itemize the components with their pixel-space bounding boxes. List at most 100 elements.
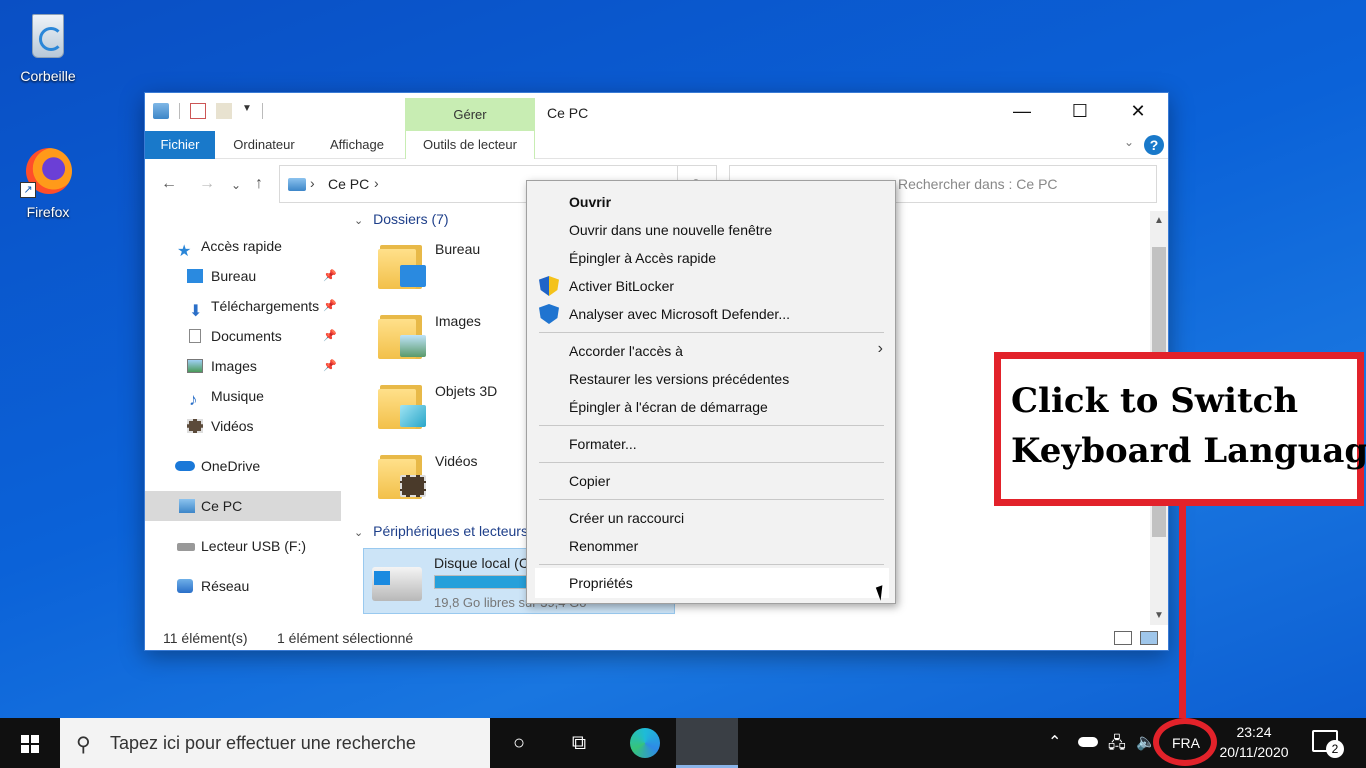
nav-label: Images	[211, 358, 257, 374]
menu-item-pin-start[interactable]: Épingler à l'écran de démarrage	[569, 399, 768, 415]
ribbon-tabs: Fichier Ordinateur Affichage Outils de l…	[145, 131, 1168, 159]
chevron-down-icon[interactable]: ⌄	[1124, 135, 1134, 149]
edge-browser-icon[interactable]	[630, 728, 660, 758]
nav-item-images[interactable]: Images 📌	[145, 351, 341, 381]
cloud-icon[interactable]	[1078, 737, 1098, 747]
folder-videos[interactable]	[378, 447, 430, 499]
back-arrow-icon[interactable]: ←	[161, 175, 177, 193]
large-icons-view-icon[interactable]	[1140, 631, 1158, 645]
music-note-icon: ♪	[189, 390, 198, 409]
divider	[262, 103, 263, 119]
drive-name: Disque local (C:)	[434, 555, 538, 571]
nav-item-network[interactable]: Réseau	[145, 571, 341, 601]
menu-item-bitlocker[interactable]: Activer BitLocker	[569, 278, 674, 294]
callout-line-2: Keyboard Language	[1011, 431, 1366, 471]
network-icon[interactable]: 🖧	[1108, 732, 1126, 759]
desktop-icon-label: Corbeille	[20, 68, 76, 84]
taskbar-file-explorer[interactable]	[676, 718, 738, 768]
scroll-down-arrow-icon[interactable]: ▼	[1150, 610, 1168, 621]
start-button[interactable]	[0, 718, 60, 768]
cloud-icon	[175, 461, 195, 471]
menu-item-copy[interactable]: Copier	[569, 473, 610, 489]
folder-desktop[interactable]	[378, 237, 430, 289]
up-arrow-icon[interactable]: ↑	[255, 175, 263, 193]
menu-divider	[539, 564, 884, 565]
recycle-bin-icon	[32, 14, 64, 58]
manage-context-tab[interactable]: Gérer	[405, 98, 535, 131]
nav-item-quick-access[interactable]: ★ Accès rapide	[145, 231, 341, 261]
menu-item-defender-scan[interactable]: Analyser avec Microsoft Defender...	[569, 306, 790, 322]
folder-3d-objects[interactable]	[378, 377, 430, 429]
nav-item-videos[interactable]: Vidéos	[145, 411, 341, 441]
menu-item-open-new-window[interactable]: Ouvrir dans une nouvelle fenêtre	[569, 222, 772, 238]
folder-images[interactable]	[378, 307, 430, 359]
nav-label: Ce PC	[201, 498, 243, 514]
minimize-button[interactable]: —	[993, 93, 1051, 131]
taskbar-clock[interactable]: 23:24 20/11/2020	[1216, 722, 1292, 762]
tab-drive-tools[interactable]: Outils de lecteur	[405, 131, 535, 159]
nav-item-music[interactable]: ♪ Musique	[145, 381, 341, 411]
computer-icon[interactable]	[153, 103, 169, 119]
search-placeholder: Rechercher dans : Ce PC	[898, 176, 1058, 192]
chevron-down-icon[interactable]: ▼	[242, 103, 252, 119]
clock-time: 23:24	[1236, 724, 1272, 740]
menu-item-give-access[interactable]: Accorder l'accès à	[569, 343, 683, 359]
defender-shield-icon	[539, 304, 559, 324]
menu-item-create-shortcut[interactable]: Créer un raccourci	[569, 510, 684, 526]
title-bar: ▼ Gérer Ce PC — ☐ ✕	[145, 93, 1168, 131]
windows-logo-icon	[374, 571, 390, 585]
menu-item-open[interactable]: Ouvrir	[569, 194, 611, 210]
menu-item-format[interactable]: Formater...	[569, 436, 637, 452]
notification-center-icon[interactable]: 2	[1312, 730, 1344, 758]
menu-item-rename[interactable]: Renommer	[569, 538, 638, 554]
selection-count: 1 élément sélectionné	[277, 630, 414, 646]
nav-label: Bureau	[211, 268, 257, 284]
group-header-folders[interactable]: ⌄ Dossiers (7)	[354, 211, 449, 227]
nav-item-onedrive[interactable]: OneDrive	[145, 451, 341, 481]
properties-icon[interactable]	[190, 103, 206, 119]
taskbar-search-box[interactable]: ⚲ Tapez ici pour effectuer une recherche	[60, 718, 490, 768]
nav-item-downloads[interactable]: ⬇ Téléchargements 📌	[145, 291, 341, 321]
nav-label: Musique	[211, 388, 264, 404]
menu-item-restore-versions[interactable]: Restaurer les versions précédentes	[569, 371, 789, 387]
bitlocker-shield-icon	[539, 276, 559, 296]
cortana-circle-icon[interactable]: ○	[490, 718, 548, 768]
computer-icon	[179, 499, 195, 513]
desktop-icon	[187, 269, 203, 283]
nav-item-usb-drive[interactable]: Lecteur USB (F:)	[145, 531, 341, 561]
chevron-down-icon: ⌄	[354, 215, 364, 227]
image-icon	[400, 335, 426, 357]
maximize-button[interactable]: ☐	[1051, 93, 1109, 131]
desktop-icon-firefox[interactable]: ↗ Firefox	[8, 144, 88, 220]
view-toggles	[1114, 631, 1158, 645]
cube-icon	[400, 405, 426, 427]
group-header-devices[interactable]: ⌄ Périphériques et lecteurs	[354, 523, 528, 539]
tab-file[interactable]: Fichier	[145, 131, 215, 159]
details-view-icon[interactable]	[1114, 631, 1132, 645]
desktop-icon-recycle-bin[interactable]: Corbeille	[8, 8, 88, 84]
nav-item-desktop[interactable]: Bureau 📌	[145, 261, 341, 291]
menu-item-pin-quick-access[interactable]: Épingler à Accès rapide	[569, 250, 716, 266]
help-icon[interactable]: ?	[1144, 135, 1164, 155]
nav-item-documents[interactable]: Documents 📌	[145, 321, 341, 351]
chevron-right-icon: ›	[310, 175, 315, 191]
clock-date: 20/11/2020	[1219, 744, 1289, 760]
context-menu: Ouvrir Ouvrir dans une nouvelle fenêtre …	[526, 180, 896, 604]
tab-view[interactable]: Affichage	[319, 131, 395, 159]
nav-label: Téléchargements	[211, 298, 320, 314]
nav-label: Réseau	[201, 578, 250, 594]
close-button[interactable]: ✕	[1109, 93, 1167, 131]
pin-icon: 📌	[323, 300, 337, 312]
menu-item-properties[interactable]: Propriétés	[535, 568, 889, 598]
document-icon	[189, 329, 201, 343]
chevron-right-icon: ›	[374, 175, 379, 191]
new-folder-icon[interactable]	[216, 103, 232, 119]
nav-item-this-pc[interactable]: Ce PC	[145, 491, 341, 521]
task-view-icon[interactable]: ⧉	[550, 718, 608, 768]
scroll-up-arrow-icon[interactable]: ▲	[1150, 215, 1168, 226]
forward-arrow-icon[interactable]: →	[199, 175, 215, 193]
annotation-callout: Click to Switch Keyboard Language	[994, 352, 1366, 506]
chevron-up-icon[interactable]: ⌃	[1048, 732, 1061, 752]
chevron-down-icon[interactable]: ⌄	[231, 178, 241, 192]
tab-computer[interactable]: Ordinateur	[221, 131, 307, 159]
